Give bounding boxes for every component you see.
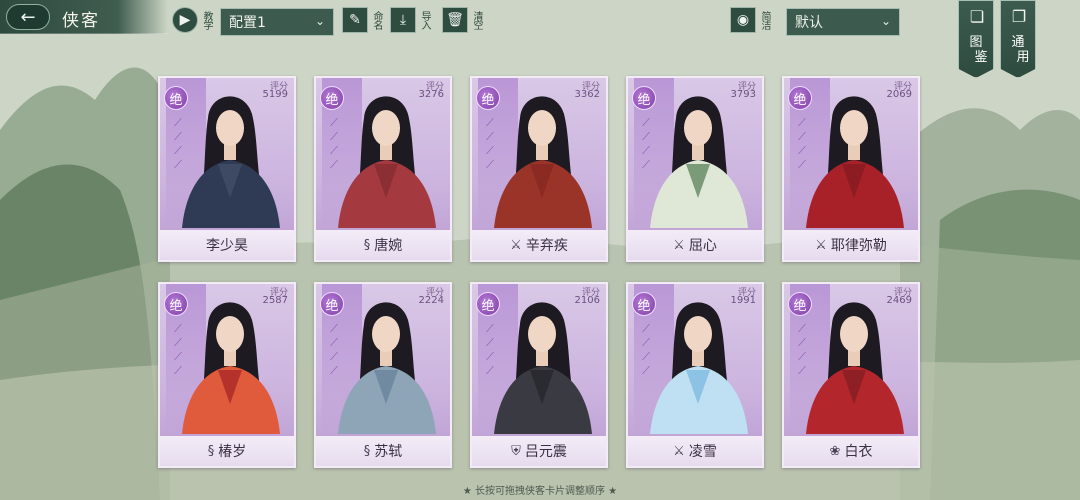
- score-value: 2587: [262, 295, 288, 306]
- star-marks-icon: ⟋ ⟋ ⟋ ⟋: [642, 322, 650, 377]
- rank-badge: 绝: [164, 292, 188, 316]
- star-marks-icon: ⟋ ⟋ ⟋ ⟋: [798, 116, 806, 171]
- hero-name: 椿岁: [218, 444, 247, 460]
- star-marks-icon: ⟋ ⟋ ⟋ ⟋: [330, 116, 338, 171]
- hero-name: 凌雪: [688, 444, 717, 460]
- hero-name: 耶律弥勒: [830, 238, 887, 254]
- hero-card[interactable]: 绝 ⟋ ⟋ ⟋ ⟋ 评分 2224 § 苏轼: [314, 282, 452, 468]
- star-marks-icon: ⟋ ⟋ ⟋ ⟋: [798, 322, 806, 377]
- star-marks-icon: ⟋ ⟋ ⟋ ⟋: [642, 116, 650, 171]
- name-bar: ❀ 白衣: [784, 436, 918, 466]
- sword-icon: ⚔: [510, 237, 522, 253]
- hero-card[interactable]: 绝 ⟋ ⟋ ⟋ ⟋ 评分 3276 § 唐婉: [314, 76, 452, 262]
- score-value: 2069: [886, 89, 912, 100]
- hero-name: 白衣: [844, 444, 873, 460]
- hero-card[interactable]: 绝 ⟋ ⟋ ⟋ ⟋ 评分 3793 ⚔ 屈心: [626, 76, 764, 262]
- sword-icon: ⚔: [815, 237, 827, 253]
- hero-card[interactable]: 绝 ⟋ ⟋ ⟋ ⟋ 评分 2069 ⚔ 耶律弥勒: [782, 76, 920, 262]
- name-bar: ⛨ 吕元震: [472, 436, 606, 466]
- name-bar: § 椿岁: [160, 436, 294, 466]
- score-value: 2224: [418, 295, 444, 306]
- swirl-icon: §: [363, 237, 371, 253]
- rank-badge: 绝: [632, 292, 656, 316]
- sword-icon: ⚔: [673, 237, 685, 253]
- hero-name: 屈心: [688, 238, 717, 254]
- rank-badge: 绝: [476, 292, 500, 316]
- star-marks-icon: ⟋ ⟋ ⟋ ⟋: [174, 116, 182, 171]
- star-marks-icon: ⟋ ⟋ ⟋ ⟋: [330, 322, 338, 377]
- hero-card[interactable]: 绝 ⟋ ⟋ ⟋ ⟋ 评分 1991 ⚔ 凌雪: [626, 282, 764, 468]
- hero-name: 吕元震: [524, 444, 567, 460]
- swirl-icon: §: [207, 443, 215, 459]
- score-value: 1991: [730, 295, 756, 306]
- rank-badge: 绝: [164, 86, 188, 110]
- sword-icon: ⚔: [673, 443, 685, 459]
- hero-card-grid: 绝 ⟋ ⟋ ⟋ ⟋ 评分 5199 李少昊绝 ⟋ ⟋ ⟋ ⟋ 评分 3276 § 唐婉绝 ⟋ ⟋ ⟋ ⟋ 评分 3362 ⚔…: [0, 0, 1080, 500]
- hero-card[interactable]: 绝 ⟋ ⟋ ⟋ ⟋ 评分 2587 § 椿岁: [158, 282, 296, 468]
- shield-icon: ⛨: [511, 443, 521, 459]
- hero-name: 辛弃疾: [525, 238, 568, 254]
- score-value: 3362: [574, 89, 600, 100]
- hero-name: 唐婉: [374, 238, 403, 254]
- name-bar: § 唐婉: [316, 230, 450, 260]
- name-bar: § 苏轼: [316, 436, 450, 466]
- rank-badge: 绝: [788, 86, 812, 110]
- rank-badge: 绝: [320, 292, 344, 316]
- score-value: 5199: [262, 89, 288, 100]
- star-marks-icon: ⟋ ⟋ ⟋ ⟋: [486, 322, 494, 377]
- score-value: 2469: [886, 295, 912, 306]
- hero-card[interactable]: 绝 ⟋ ⟋ ⟋ ⟋ 评分 2469 ❀ 白衣: [782, 282, 920, 468]
- hero-card[interactable]: 绝 ⟋ ⟋ ⟋ ⟋ 评分 2106 ⛨ 吕元震: [470, 282, 608, 468]
- hero-card[interactable]: 绝 ⟋ ⟋ ⟋ ⟋ 评分 5199 李少昊: [158, 76, 296, 262]
- hero-card[interactable]: 绝 ⟋ ⟋ ⟋ ⟋ 评分 3362 ⚔ 辛弃疾: [470, 76, 608, 262]
- hero-name: 苏轼: [374, 444, 403, 460]
- name-bar: ⚔ 屈心: [628, 230, 762, 260]
- rank-badge: 绝: [476, 86, 500, 110]
- score-value: 3276: [418, 89, 444, 100]
- hero-name: 李少昊: [206, 238, 248, 254]
- lotus-icon: ❀: [829, 443, 841, 459]
- star-marks-icon: ⟋ ⟋ ⟋ ⟋: [486, 116, 494, 171]
- star-marks-icon: ⟋ ⟋ ⟋ ⟋: [174, 322, 182, 377]
- name-bar: ⚔ 耶律弥勒: [784, 230, 918, 260]
- score-value: 3793: [730, 89, 756, 100]
- drag-hint: ★ 长按可拖拽侠客卡片调整顺序 ★: [462, 486, 618, 497]
- score-value: 2106: [574, 295, 600, 306]
- rank-badge: 绝: [788, 292, 812, 316]
- name-bar: 李少昊: [160, 230, 294, 260]
- rank-badge: 绝: [632, 86, 656, 110]
- swirl-icon: §: [363, 443, 371, 459]
- name-bar: ⚔ 凌雪: [628, 436, 762, 466]
- rank-badge: 绝: [320, 86, 344, 110]
- name-bar: ⚔ 辛弃疾: [472, 230, 606, 260]
